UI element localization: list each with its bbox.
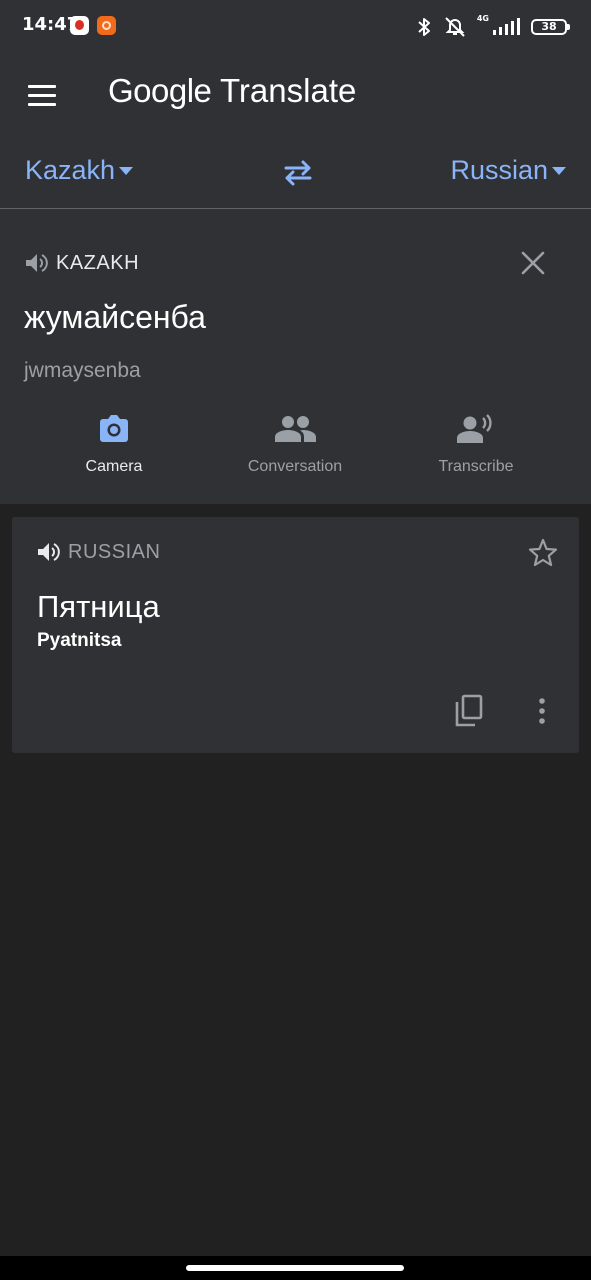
conversation-label: Conversation <box>247 458 343 475</box>
transcribe-icon <box>457 414 492 443</box>
signal-icon <box>493 18 520 35</box>
app-bar: Google Translate <box>0 54 591 137</box>
speaker-icon[interactable] <box>24 251 50 275</box>
translation-transliteration: Pyatnitsa <box>37 630 122 651</box>
dropdown-caret-icon <box>552 166 566 175</box>
translation-text: Пятница <box>37 589 160 624</box>
battery-icon: 38 <box>531 19 570 35</box>
status-icons: 4G 38 <box>415 12 570 42</box>
dropdown-caret-icon <box>119 166 134 175</box>
app-title: Google Translate <box>108 72 356 110</box>
source-transliteration: jwmaysenba <box>24 359 141 382</box>
language-bar: Kazakh Russian <box>0 137 591 209</box>
home-gesture-bar[interactable] <box>186 1265 404 1271</box>
conversation-button[interactable]: Conversation <box>220 414 370 476</box>
input-language-row: KAZAKH <box>24 251 139 275</box>
notification-app-icon <box>97 16 116 35</box>
people-icon <box>275 416 316 442</box>
save-translation-button[interactable] <box>527 537 559 569</box>
star-icon <box>528 538 558 567</box>
copy-translation-button[interactable] <box>452 693 486 729</box>
target-language-selector[interactable]: Russian <box>450 155 566 186</box>
source-text[interactable]: жумайсенба <box>24 299 206 336</box>
input-language-label: KAZAKH <box>56 251 140 274</box>
transcribe-button[interactable]: Transcribe <box>401 414 551 476</box>
vibrate-off-icon <box>445 17 465 37</box>
swap-arrows-icon <box>284 160 312 186</box>
transcribe-label: Transcribe <box>438 458 514 475</box>
input-area: KAZAKH жумайсенба jwmaysenba Camera Conv… <box>0 209 591 504</box>
system-navigation-bar <box>0 1256 591 1280</box>
notification-app-icon <box>70 16 89 35</box>
more-vert-icon <box>539 698 545 724</box>
copy-icon <box>455 694 483 727</box>
close-icon <box>521 251 545 275</box>
target-language-label: Russian <box>450 155 548 185</box>
hamburger-menu-icon[interactable] <box>22 78 62 114</box>
result-language-label: RUSSIAN <box>68 540 161 563</box>
camera-label: Camera <box>85 458 143 475</box>
app-title-brand: Google <box>108 72 212 109</box>
speaker-icon[interactable] <box>36 540 62 564</box>
camera-button[interactable]: Camera <box>39 414 189 476</box>
clear-input-button[interactable] <box>519 249 547 277</box>
app-title-product: Translate <box>220 72 357 109</box>
result-language-row: RUSSIAN <box>36 540 160 564</box>
more-options-button[interactable] <box>528 695 556 727</box>
translation-result-card: RUSSIAN Пятница Pyatnitsa <box>12 517 579 753</box>
network-type-label: 4G <box>476 14 489 23</box>
source-language-selector[interactable]: Kazakh <box>25 155 134 186</box>
swap-languages-button[interactable] <box>279 157 317 189</box>
status-bar: 14:47 4G 38 <box>0 0 591 54</box>
source-language-label: Kazakh <box>25 155 116 185</box>
camera-icon <box>100 415 128 442</box>
bluetooth-icon <box>418 18 430 36</box>
